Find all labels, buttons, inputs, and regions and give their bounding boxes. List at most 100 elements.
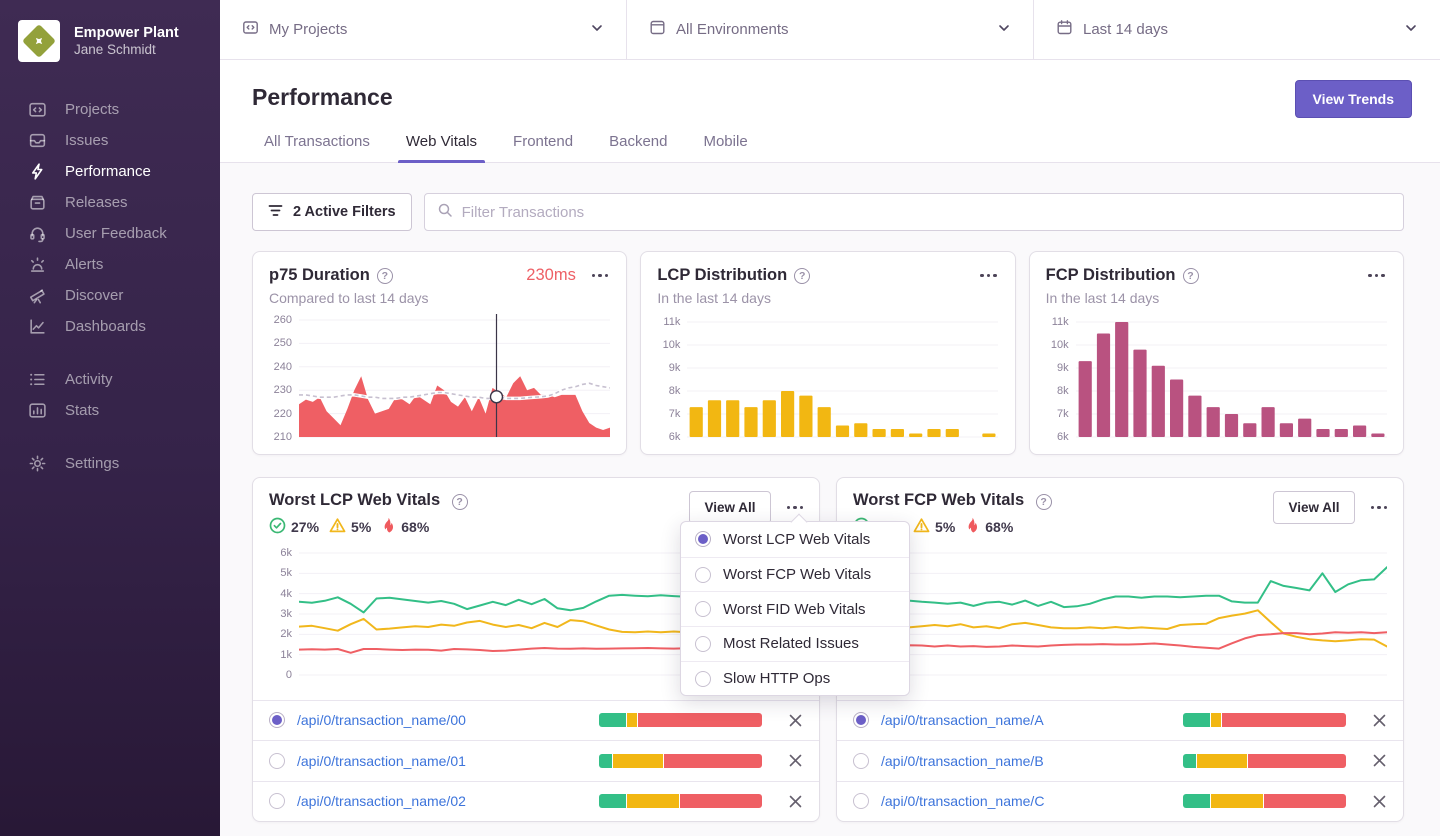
dropdown-item-worst-lcp[interactable]: Worst LCP Web Vitals [681,522,909,557]
sidebar-item-alerts[interactable]: Alerts [0,249,220,280]
org-switcher[interactable]: Empower Plant Jane Schmidt [0,16,220,80]
transaction-link[interactable]: /api/0/transaction_name/B [881,753,1044,769]
tab-mobile[interactable]: Mobile [701,133,749,162]
projects-icon [242,19,259,40]
environment-filter-select[interactable]: All Environments [627,0,1034,59]
tab-frontend[interactable]: Frontend [511,133,575,162]
tab-backend[interactable]: Backend [607,133,669,162]
close-icon[interactable] [788,753,803,768]
card-title: LCP Distribution [657,266,787,285]
help-icon[interactable]: ? [1183,268,1199,284]
tab-all-transactions[interactable]: All Transactions [262,133,372,162]
close-icon[interactable] [788,713,803,728]
flame-icon [381,517,396,537]
transaction-link[interactable]: /api/0/transaction_name/A [881,712,1044,728]
flame-icon [965,517,980,537]
vitals-segment-bar [1183,754,1346,768]
dropdown-radio [695,531,711,547]
chevron-down-icon [1404,21,1418,39]
transaction-radio[interactable] [853,712,869,728]
dropdown-item-label: Most Related Issues [723,635,859,652]
sidebar-item-label: Performance [65,163,151,180]
vitals-type-dropdown: Worst LCP Web Vitals Worst FCP Web Vital… [680,521,910,696]
transaction-radio[interactable] [269,793,285,809]
sidebar-item-label: User Feedback [65,225,167,242]
transaction-link[interactable]: /api/0/transaction_name/00 [297,712,466,728]
p75-value: 230ms [526,266,576,285]
project-filter-select[interactable]: My Projects [220,0,627,59]
vitals-segment-bar [599,794,762,808]
transaction-radio[interactable] [269,712,285,728]
transaction-row: /api/0/transaction_name/01 [253,740,819,781]
sidebar-item-activity[interactable]: Activity [0,364,220,395]
sidebar-item-performance[interactable]: Performance [0,156,220,187]
dropdown-item-label: Worst FID Web Vitals [723,601,866,618]
sidebar-item-label: Stats [65,402,99,419]
dropdown-item-slow-http-ops[interactable]: Slow HTTP Ops [681,661,909,696]
worst-fcp-chart [883,547,1387,687]
active-filters-button[interactable]: 2 Active Filters [252,193,412,231]
overflow-menu-icon[interactable] [1366,270,1387,282]
transaction-radio[interactable] [853,793,869,809]
sidebar-item-stats[interactable]: Stats [0,395,220,426]
sidebar-item-user-feedback[interactable]: User Feedback [0,218,220,249]
global-filter-bar: My Projects All Environments Last 14 day… [220,0,1440,60]
activity-icon [28,370,47,389]
window-icon [649,19,666,40]
dropdown-radio [695,671,711,687]
overflow-menu-icon[interactable] [785,502,806,514]
sidebar-item-projects[interactable]: Projects [0,94,220,125]
transaction-link[interactable]: /api/0/transaction_name/01 [297,753,466,769]
help-icon[interactable]: ? [377,268,393,284]
transaction-link[interactable]: /api/0/transaction_name/02 [297,793,466,809]
dropdown-item-worst-fcp[interactable]: Worst FCP Web Vitals [681,557,909,592]
sidebar-item-dashboards[interactable]: Dashboards [0,311,220,342]
summary-cards-row: p75 Duration ? 230ms Compared to last 14… [252,251,1404,455]
sidebar-item-discover[interactable]: Discover [0,280,220,311]
view-all-button[interactable]: View All [689,491,770,524]
active-filters-label: 2 Active Filters [293,204,396,220]
stats-icon [28,401,47,420]
overflow-menu-icon[interactable] [978,270,999,282]
transaction-radio[interactable] [269,753,285,769]
overflow-menu-icon[interactable] [1369,502,1390,514]
org-name: Empower Plant [74,24,179,42]
sidebar-item-settings[interactable]: Settings [0,448,220,479]
help-icon[interactable]: ? [794,268,810,284]
date-range-select[interactable]: Last 14 days [1034,0,1440,59]
sidebar-item-issues[interactable]: Issues [0,125,220,156]
meh-percent: 5% [351,519,371,535]
transaction-row: /api/0/transaction_name/B [837,740,1403,781]
search-input[interactable] [462,204,1391,221]
overflow-menu-icon[interactable] [590,270,611,282]
tab-web-vitals[interactable]: Web Vitals [404,133,479,162]
sidebar-item-label: Discover [65,287,123,304]
transaction-link[interactable]: /api/0/transaction_name/C [881,793,1044,809]
sidebar-item-releases[interactable]: Releases [0,187,220,218]
worst-fcp-card: Worst FCP Web Vitals ? View All 27% 5% 6… [836,477,1404,822]
close-icon[interactable] [1372,713,1387,728]
help-icon[interactable]: ? [452,494,468,510]
y-axis-labels: 6k5k4k3k2k1k0 [269,547,299,687]
page-title: Performance [252,84,1404,111]
view-all-button[interactable]: View All [1273,491,1354,524]
dropdown-radio [695,601,711,617]
close-icon[interactable] [1372,753,1387,768]
dropdown-item-worst-fid[interactable]: Worst FID Web Vitals [681,591,909,626]
sidebar-item-label: Issues [65,132,108,149]
help-icon[interactable]: ? [1036,494,1052,510]
close-icon[interactable] [788,794,803,809]
dropdown-item-most-related-issues[interactable]: Most Related Issues [681,626,909,661]
poor-percent: 68% [401,519,429,535]
card-subtitle: In the last 14 days [1046,290,1387,306]
transaction-row: /api/0/transaction_name/C [837,781,1403,822]
lcp-distribution-card: LCP Distribution ? In the last 14 days 1… [640,251,1015,455]
close-icon[interactable] [1372,794,1387,809]
transaction-list: /api/0/transaction_name/00 /api/0/transa… [253,700,819,822]
sidebar-item-label: Settings [65,455,119,472]
view-trends-button[interactable]: View Trends [1295,80,1412,118]
card-subtitle: In the last 14 days [657,290,998,306]
sidebar-item-label: Projects [65,101,119,118]
fcp-distribution-chart [1076,314,1387,438]
transaction-radio[interactable] [853,753,869,769]
